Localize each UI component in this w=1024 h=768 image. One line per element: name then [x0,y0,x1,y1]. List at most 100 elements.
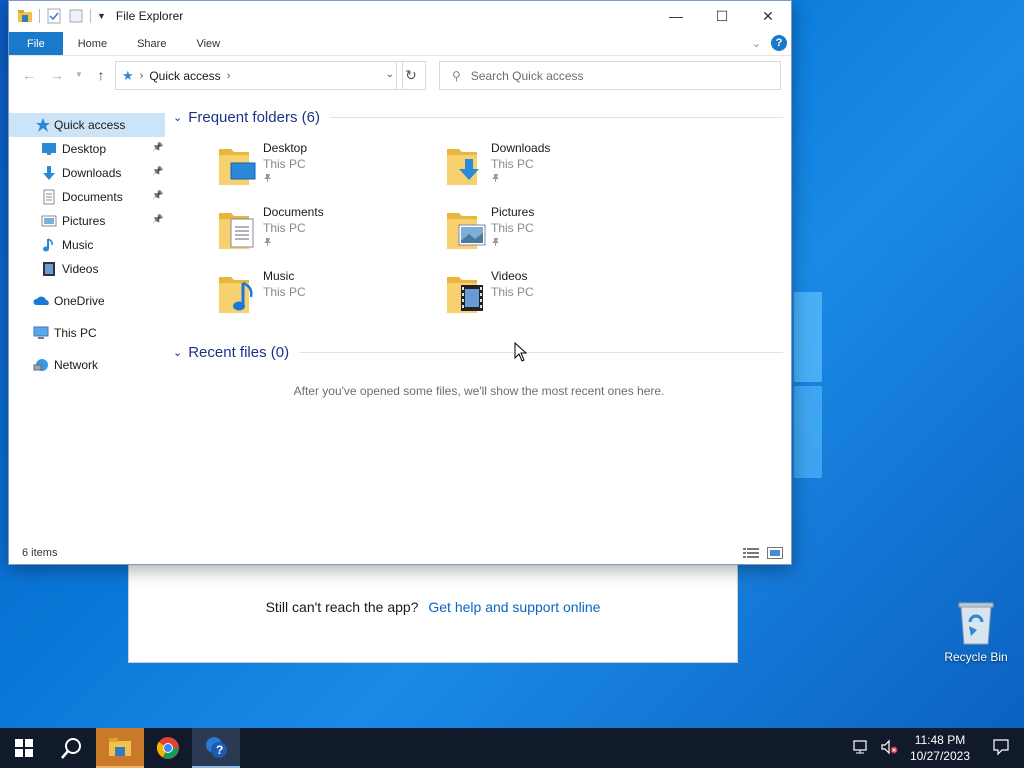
content-pane: ⌄ Frequent folders (6) Desktop This PC Dow… [167,105,791,535]
taskbar-chrome[interactable] [144,728,192,768]
folder-location: This PC [491,157,534,171]
recent-files-title: Recent files (0) [188,344,290,361]
expand-ribbon-chevron-icon[interactable]: ⌄ [752,37,761,50]
refresh-button[interactable]: ↻ [396,61,426,90]
nav-item-label: Downloads [62,166,122,180]
folder-tile-music[interactable]: Music This PC [217,269,437,325]
nav-item-downloads[interactable]: Downloads 📌 [9,161,165,185]
properties-icon[interactable] [46,8,62,24]
nav-item-onedrive[interactable]: OneDrive [9,289,165,313]
this-pc-icon [33,325,49,341]
minimize-button[interactable]: — [653,1,699,31]
qat-separator [39,9,40,23]
frequent-folders-header[interactable]: ⌄ Frequent folders (6) [173,109,783,126]
folder-tile-downloads[interactable]: Downloads This PC [445,141,665,197]
customize-qat-dropdown-icon[interactable]: ▼ [97,11,106,21]
folder-tile-pictures[interactable]: Pictures This PC [445,205,665,261]
downloads-folder-icon [445,143,485,185]
start-button[interactable] [0,728,48,768]
search-icon: ⚲ [452,68,461,83]
breadcrumb-quick-access[interactable]: Quick access [149,69,220,83]
up-arrow-icon[interactable]: ↑ [91,67,111,85]
folder-tile-videos[interactable]: Videos This PC [445,269,665,325]
search-box[interactable]: ⚲ [439,61,781,90]
taskbar-get-help[interactable]: ? [192,728,240,768]
folder-tile-documents[interactable]: Documents This PC [217,205,437,261]
nav-item-quick-access[interactable]: Quick access [9,113,165,137]
nav-item-label: Music [62,238,94,252]
nav-item-videos[interactable]: Videos [9,257,165,281]
ribbon-right: ⌄ ? [752,35,787,51]
folder-name: Desktop [263,141,308,155]
nav-item-label: Videos [62,262,99,276]
recent-files-header[interactable]: ⌄ Recent files (0) [173,344,783,361]
address-bar[interactable]: ★ › Quick access › ⌄ [115,61,403,90]
nav-item-documents[interactable]: Documents 📌 [9,185,165,209]
volume-muted-icon[interactable] [880,739,898,758]
help-support-link[interactable]: Get help and support online [428,599,600,615]
recycle-bin[interactable]: Recycle Bin [936,600,1016,664]
folder-location: This PC [263,157,306,171]
nav-item-this-pc[interactable]: This PC [9,321,165,345]
collapse-chevron-icon[interactable]: ⌄ [173,346,182,359]
folder-name: Music [263,269,295,283]
documents-icon [41,189,57,205]
taskbar-clock[interactable]: 11:48 PM 10/27/2023 [910,732,970,764]
maximize-button[interactable]: ☐ [699,1,745,31]
quick-access-toolbar: ▼ [9,8,106,24]
taskbar-file-explorer[interactable] [96,728,144,768]
ribbon-tabs: File Home Share View ⌄ ? [9,32,791,56]
action-center-icon[interactable] [992,738,1010,759]
chrome-icon [156,737,179,759]
folder-location: This PC [491,221,534,235]
pin-icon[interactable]: 📌 [152,214,163,225]
collapse-chevron-icon[interactable]: ⌄ [173,111,182,124]
network-icon [33,357,49,373]
pin-icon[interactable]: 📌 [152,190,163,201]
navigation-bar: ← → ▼ ↑ ★ › Quick access › ⌄ ↻ ⚲ [9,61,791,91]
address-dropdown-icon[interactable]: ⌄ [386,69,394,80]
file-explorer-window: ▼ File Explorer — ☐ ✕ File Home Share Vi… [8,0,792,565]
chevron-right-icon[interactable]: › [140,70,144,82]
chevron-right-icon[interactable]: › [227,70,231,82]
documents-folder-icon [217,207,257,249]
search-icon [61,738,81,759]
quick-access-star-icon: ★ [122,67,134,83]
nav-item-network[interactable]: Network [9,353,165,377]
pin-icon[interactable]: 📌 [152,142,163,153]
tab-home[interactable]: Home [63,32,122,55]
desktop-light-beam [794,386,822,478]
nav-item-music[interactable]: Music [9,233,165,257]
tab-file[interactable]: File [9,32,63,55]
view-switcher [743,547,783,559]
file-explorer-icon [109,738,131,756]
help-question: Still can't reach the app? [265,599,419,615]
desktop-light-beam [794,292,822,382]
nav-item-pictures[interactable]: Pictures 📌 [9,209,165,233]
folder-name: Videos [491,269,528,283]
tab-share[interactable]: Share [122,32,181,55]
folder-tile-desktop[interactable]: Desktop This PC [217,141,437,197]
recent-locations-dropdown-icon[interactable]: ▼ [69,70,89,88]
search-button[interactable] [48,728,96,768]
details-view-icon[interactable] [743,547,759,559]
nav-item-label: This PC [54,326,97,340]
pictures-folder-icon [445,207,486,249]
nav-item-label: OneDrive [54,294,105,308]
title-bar[interactable]: ▼ File Explorer — ☐ ✕ [9,1,791,31]
network-status-icon[interactable] [852,739,870,758]
search-input[interactable] [470,68,751,83]
explorer-app-icon [17,8,33,24]
close-button[interactable]: ✕ [745,1,791,31]
nav-item-desktop[interactable]: Desktop 📌 [9,137,165,161]
back-arrow-icon[interactable]: ← [19,67,39,85]
forward-arrow-icon[interactable]: → [47,67,67,85]
downloads-icon [41,165,57,181]
help-icon[interactable]: ? [771,35,787,51]
nav-item-label: Pictures [62,214,106,228]
window-controls: — ☐ ✕ [653,1,791,31]
large-icons-view-icon[interactable] [767,547,783,559]
new-folder-icon[interactable] [68,8,84,24]
pin-icon[interactable]: 📌 [152,166,163,177]
tab-view[interactable]: View [181,32,235,55]
